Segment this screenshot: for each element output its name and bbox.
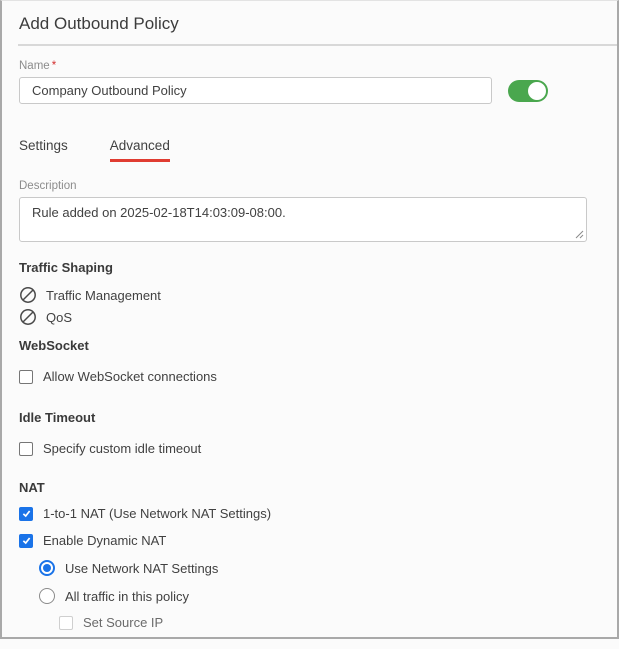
checkbox-box[interactable] [19, 533, 33, 548]
qos-label: QoS [46, 309, 73, 325]
traffic-management-label: Traffic Management [46, 287, 161, 303]
all-traffic-radio[interactable]: All traffic in this policy [39, 587, 617, 605]
tab-advanced[interactable]: Advanced [109, 138, 170, 162]
description-wrap: Rule added on 2025-02-18T14:03:09-08:00. [19, 197, 587, 242]
checkbox-box[interactable] [19, 441, 33, 456]
idle-timeout-heading: Idle Timeout [19, 410, 96, 425]
one-to-one-nat-label: 1-to-1 NAT (Use Network NAT Settings) [43, 506, 272, 521]
set-source-ip-label: Set Source IP [83, 615, 164, 630]
toggle-knob [527, 80, 547, 101]
nat-heading: NAT [19, 480, 45, 495]
use-network-nat-label: Use Network NAT Settings [65, 560, 219, 576]
set-source-ip-checkbox[interactable]: Set Source IP [59, 614, 617, 631]
check-icon [22, 537, 30, 545]
enable-dynamic-nat-checkbox[interactable]: Enable Dynamic NAT [19, 532, 617, 549]
name-label: Name * [19, 59, 600, 74]
no-entry-icon [20, 287, 36, 303]
one-to-one-nat-checkbox[interactable]: 1-to-1 NAT (Use Network NAT Settings) [19, 505, 617, 522]
tab-bar: Settings Advanced [19, 138, 600, 162]
name-label-text: Name [19, 60, 50, 72]
allow-websocket-checkbox[interactable]: Allow WebSocket connections [19, 368, 617, 385]
policy-enabled-toggle[interactable] [508, 79, 548, 102]
radio-circle[interactable] [39, 588, 55, 604]
name-input[interactable] [19, 77, 492, 104]
websocket-heading: WebSocket [19, 338, 89, 353]
checkbox-box[interactable] [19, 369, 33, 384]
custom-idle-timeout-checkbox[interactable]: Specify custom idle timeout [19, 440, 617, 457]
traffic-shaping-heading: Traffic Shaping [19, 260, 113, 275]
add-outbound-policy-dialog: Add Outbound Policy Name* Settings Advan… [2, 13, 617, 649]
required-asterisk: * [51, 60, 57, 72]
enable-dynamic-nat-label: Enable Dynamic NAT [43, 533, 167, 548]
title-divider [18, 44, 617, 46]
description-textarea[interactable]: Rule added on 2025-02-18T14:03:09-08:00. [19, 197, 587, 242]
no-entry-icon [20, 309, 36, 325]
all-traffic-label: All traffic in this policy [65, 588, 190, 604]
tab-settings[interactable]: Settings [19, 138, 68, 162]
use-network-nat-radio[interactable]: Use Network NAT Settings [39, 559, 617, 577]
checkbox-box[interactable] [59, 615, 73, 630]
check-icon [22, 510, 30, 518]
allow-websocket-label: Allow WebSocket connections [43, 369, 217, 384]
radio-circle[interactable] [39, 560, 55, 576]
page-title: Add Outbound Policy [19, 14, 179, 33]
checkbox-box[interactable] [19, 506, 33, 521]
name-row [19, 77, 600, 104]
traffic-management-item[interactable]: Traffic Management [19, 285, 600, 305]
custom-idle-timeout-label: Specify custom idle timeout [43, 441, 202, 456]
qos-item[interactable]: QoS [19, 307, 600, 327]
radio-dot [43, 564, 51, 572]
description-label: Description [19, 180, 77, 192]
